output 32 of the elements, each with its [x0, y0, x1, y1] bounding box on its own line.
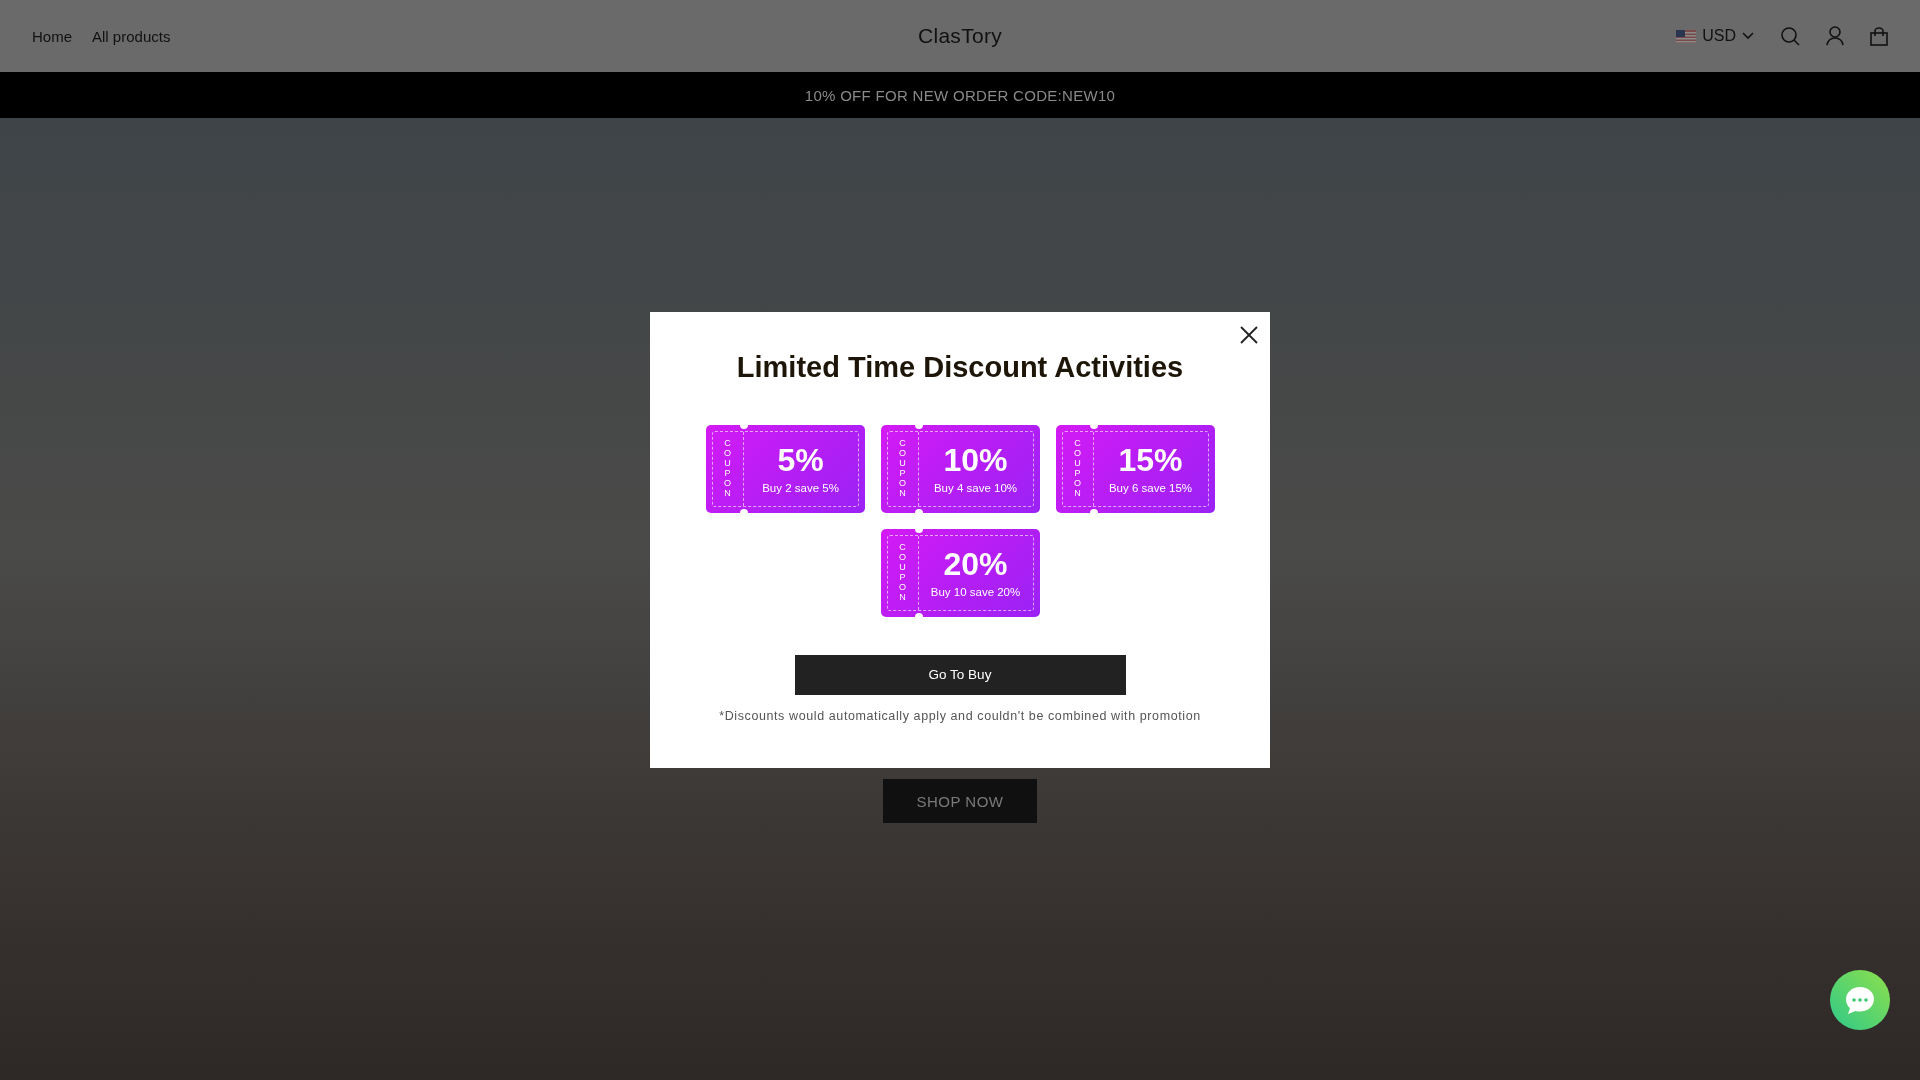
- discount-condition: Buy 2 save 5%: [762, 481, 839, 494]
- announcement-text: 10% OFF FOR NEW ORDER CODE:NEW10: [804, 86, 1116, 104]
- shopping-bag-icon[interactable]: [1870, 26, 1888, 46]
- chat-button[interactable]: [1830, 970, 1890, 1030]
- close-icon[interactable]: [1240, 326, 1258, 344]
- coupon-label: COUPON: [723, 439, 732, 499]
- shop-now-button[interactable]: SHOP NOW: [883, 779, 1037, 823]
- discount-percent: 10%: [943, 443, 1008, 476]
- coupon-label: COUPON: [898, 439, 907, 499]
- flag-icon: [1676, 29, 1697, 43]
- coupon-label: COUPON: [1073, 439, 1082, 499]
- coupon-card[interactable]: COUPON 20% Buy 10 save 20%: [880, 528, 1040, 617]
- currency-selector[interactable]: USD: [1676, 27, 1754, 45]
- discount-condition: Buy 4 save 10%: [933, 481, 1018, 494]
- disclaimer-text: *Discounts would automatically apply and couldn't be combined with promotion: [719, 708, 1201, 723]
- go-to-buy-button[interactable]: Go To Buy: [794, 654, 1126, 695]
- discount-condition: Buy 6 save 15%: [1108, 481, 1193, 494]
- discount-percent: 5%: [777, 443, 824, 476]
- coupon-card[interactable]: COUPON 15% Buy 6 save 15%: [1055, 424, 1215, 513]
- coupon-label: COUPON: [898, 543, 907, 603]
- modal-title: Limited Time Discount Activities: [736, 350, 1184, 385]
- user-icon[interactable]: [1826, 26, 1844, 46]
- discount-percent: 15%: [1118, 443, 1183, 476]
- chevron-down-icon: [1742, 32, 1754, 40]
- coupon-card[interactable]: COUPON 5% Buy 2 save 5%: [705, 424, 865, 513]
- discount-percent: 20%: [943, 547, 1008, 580]
- nav-link[interactable]: All products: [92, 27, 171, 45]
- coupon-card[interactable]: COUPON 10% Buy 4 save 10%: [880, 424, 1040, 513]
- discount-condition: Buy 10 save 20%: [930, 585, 1021, 598]
- store-logo[interactable]: ClasTory: [917, 24, 1003, 48]
- nav-link[interactable]: Home: [32, 27, 72, 45]
- search-icon[interactable]: [1780, 26, 1800, 46]
